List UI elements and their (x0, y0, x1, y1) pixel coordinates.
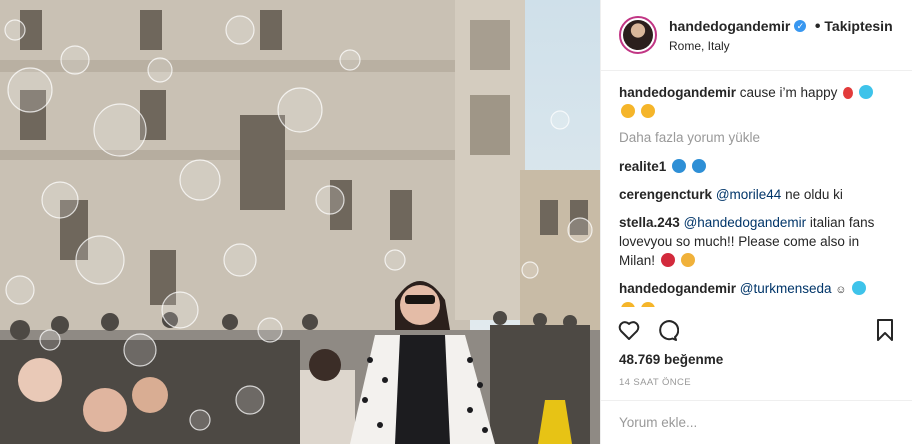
verified-icon: ✓ (794, 20, 807, 33)
comment-mention[interactable]: @handedogandemir (684, 215, 807, 230)
caption: handedogandemir cause i’m happy (619, 83, 894, 121)
kiss-emoji-icon (660, 253, 675, 267)
follow-status-button[interactable]: Takiptesin (824, 18, 892, 34)
photo-scene (0, 0, 600, 444)
comments-section: handedogandemir cause i’m happy Daha faz… (601, 71, 912, 307)
location-link[interactable]: Rome, Italy (669, 39, 893, 53)
comment-username[interactable]: cerengencturk (619, 187, 712, 202)
caption-text: cause i’m happy (739, 85, 838, 100)
comment-item: handedogandemir @turkmenseda ☺ (619, 279, 894, 307)
comment-mention[interactable]: @turkmenseda (740, 281, 832, 296)
load-more-comments[interactable]: Daha fazla yorum yükle (619, 130, 894, 145)
add-comment-input[interactable]: Yorum ekle... (601, 400, 912, 444)
header-username[interactable]: handedogandemir (669, 18, 790, 34)
comment-item: realite1 (619, 157, 894, 176)
globe-emoji-icon (672, 159, 687, 173)
post-timestamp[interactable]: 14 SAAT ÖNCE (619, 377, 691, 388)
comment-item: stella.243 @handedogandemir italian fans… (619, 213, 894, 270)
caption-username[interactable]: handedogandemir (619, 85, 736, 100)
praying-emoji-icon-2 (640, 302, 655, 307)
comment-username[interactable]: realite1 (619, 159, 666, 174)
heart-icon[interactable] (617, 318, 641, 342)
praying-emoji-icon (621, 302, 635, 307)
grin-emoji-icon (621, 104, 635, 118)
action-bar (617, 315, 896, 345)
grin-emoji-icon-2 (640, 104, 655, 118)
avatar[interactable] (619, 16, 657, 54)
comment-username[interactable]: stella.243 (619, 215, 680, 230)
smile-emoji-icon: ☺ (835, 284, 847, 296)
post-photo[interactable] (0, 0, 600, 444)
comment-item: cerengencturk @morile44 ne oldu ki (619, 185, 894, 204)
post-header: handedogandemir ✓ • Takiptesin Rome, Italy (601, 0, 912, 71)
likes-count[interactable]: 48.769 beğenme (619, 352, 723, 367)
balloon-emoji-icon (843, 87, 854, 99)
post-side-panel: handedogandemir ✓ • Takiptesin Rome, Italy… (600, 0, 912, 444)
comment-mention[interactable]: @morile44 (716, 187, 781, 202)
save-icon[interactable] (874, 318, 896, 342)
avatar-image (623, 20, 653, 50)
blue-heart-emoji-icon (852, 281, 867, 295)
clap-emoji-icon (680, 253, 695, 267)
header-separator: • (814, 17, 821, 35)
blue-heart-emoji-icon (858, 85, 873, 99)
comment-icon[interactable] (655, 318, 679, 342)
header-text: handedogandemir ✓ • Takiptesin Rome, Italy (669, 18, 893, 53)
globe-emoji-icon-2 (691, 159, 706, 173)
comment-username[interactable]: handedogandemir (619, 281, 736, 296)
comment-text: ne oldu ki (785, 187, 843, 202)
